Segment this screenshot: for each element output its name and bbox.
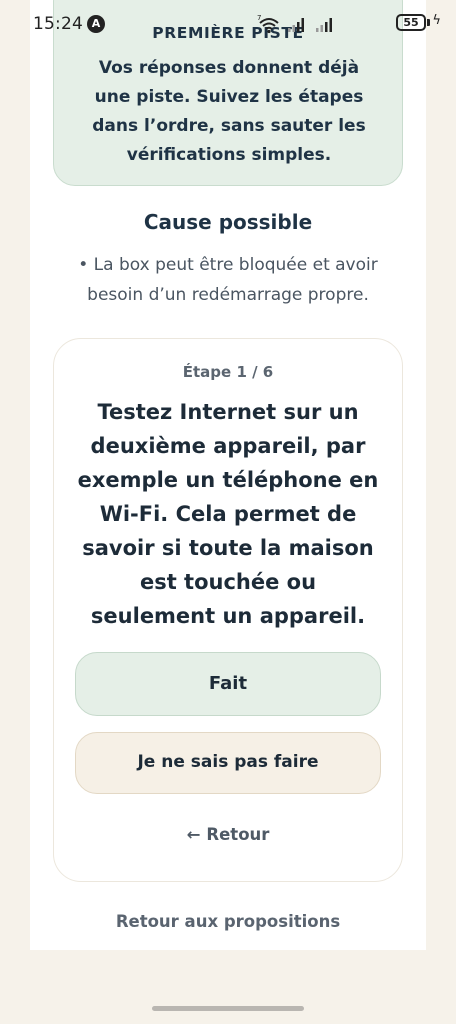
app-notification-icon: A <box>87 15 105 33</box>
step-instruction: Testez Internet sur un deuxième appareil… <box>77 400 379 628</box>
back-to-proposals-link[interactable]: Retour aux propositions <box>30 912 426 931</box>
home-indicator[interactable] <box>152 1006 304 1011</box>
arrow-left-icon: ← <box>186 825 201 844</box>
status-time: 15:24 <box>33 14 83 34</box>
svg-text:7: 7 <box>257 14 261 22</box>
cause-title: Cause possible <box>143 210 313 234</box>
signal-icon <box>288 18 304 32</box>
wifi-icon: 7 <box>257 14 279 34</box>
step-card: Étape 1 / 6 Testez Internet sur un deuxi… <box>53 338 403 882</box>
signal-icon <box>316 18 332 32</box>
intro-text: Vos réponses donnent déjà une piste. Sui… <box>92 58 366 165</box>
status-bar: 15:24 A 7 55 ϟ <box>0 0 456 46</box>
charging-bolt-icon: ϟ <box>432 13 441 28</box>
connectivity-icons: 7 <box>257 14 332 34</box>
cause-text: • La box peut être bloquée et avoir beso… <box>78 255 378 305</box>
back-button[interactable]: ← Retour <box>54 825 402 844</box>
dont-know-button[interactable]: Je ne sais pas faire <box>75 732 381 794</box>
back-label: Retour <box>206 825 270 844</box>
battery-icon: 55 <box>396 14 426 31</box>
battery-tip <box>427 19 430 26</box>
step-counter: Étape 1 / 6 <box>182 363 274 381</box>
done-button[interactable]: Fait <box>75 652 381 716</box>
